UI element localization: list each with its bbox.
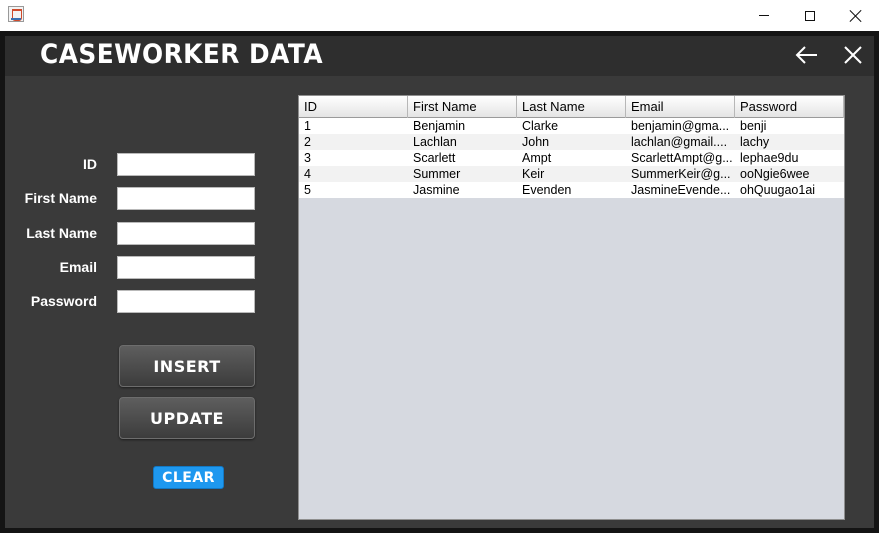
minimize-button[interactable] [741, 0, 787, 31]
caseworker-table[interactable]: ID First Name Last Name Email Password 1… [298, 95, 845, 520]
email-field[interactable] [117, 256, 255, 279]
cell-id: 1 [304, 119, 311, 133]
column-header-first-name[interactable]: First Name [408, 96, 517, 118]
update-button[interactable]: UPDATE [119, 397, 255, 439]
column-header-last-name[interactable]: Last Name [517, 96, 626, 118]
minimize-icon [759, 15, 769, 16]
column-header-password[interactable]: Password [735, 96, 844, 118]
table-row[interactable]: 5 Jasmine Evenden JasmineEvende... ohQuu… [299, 182, 844, 198]
cell-first-name: Scarlett [413, 151, 456, 165]
email-label: Email [59, 259, 97, 275]
cell-last-name: John [522, 135, 550, 149]
table-row[interactable]: 3 Scarlett Ampt ScarlettAmpt@g... lephae… [299, 150, 844, 166]
app-header: CASEWORKER DATA [5, 36, 874, 76]
cell-last-name: Ampt [522, 151, 552, 165]
cell-first-name: Benjamin [413, 119, 466, 133]
cell-email: lachlan@gmail.... [631, 135, 728, 149]
cell-email: ScarlettAmpt@g... [631, 151, 733, 165]
cell-last-name: Evenden [522, 183, 572, 197]
arrow-left-icon [795, 46, 817, 64]
cell-id: 4 [304, 167, 311, 181]
close-icon [844, 46, 862, 64]
table-row[interactable]: 2 Lachlan John lachlan@gmail.... lachy [299, 134, 844, 150]
app-close-button[interactable] [842, 44, 864, 66]
cell-email: SummerKeir@g... [631, 167, 731, 181]
cell-id: 2 [304, 135, 311, 149]
cell-first-name: Lachlan [413, 135, 457, 149]
close-icon [850, 10, 862, 22]
cell-password: lephae9du [740, 151, 799, 165]
app-content: CASEWORKER DATA ID First Name Last Name … [5, 36, 874, 528]
cell-last-name: Clarke [522, 119, 559, 133]
column-header-email[interactable]: Email [626, 96, 735, 118]
id-field[interactable] [117, 153, 255, 176]
cell-password: lachy [740, 135, 770, 149]
cell-password: benji [740, 119, 767, 133]
window-titlebar [0, 0, 879, 31]
maximize-button[interactable] [787, 0, 833, 31]
last-name-label: Last Name [26, 225, 97, 241]
password-field[interactable] [117, 290, 255, 313]
first-name-field[interactable] [117, 187, 255, 210]
last-name-field[interactable] [117, 222, 255, 245]
cell-email: benjamin@gma... [631, 119, 730, 133]
cell-first-name: Jasmine [413, 183, 460, 197]
table-header: ID First Name Last Name Email Password [299, 96, 844, 118]
password-label: Password [30, 293, 97, 309]
table-row[interactable]: 4 Summer Keir SummerKeir@g... ooNgie6wee [299, 166, 844, 182]
first-name-label: First Name [24, 190, 97, 206]
back-button[interactable] [795, 44, 819, 66]
app-frame: CASEWORKER DATA ID First Name Last Name … [0, 31, 879, 533]
cell-id: 3 [304, 151, 311, 165]
cell-first-name: Summer [413, 167, 461, 181]
column-header-id[interactable]: ID [299, 96, 408, 118]
window-close-button[interactable] [833, 0, 879, 31]
cell-password: ooNgie6wee [740, 167, 810, 181]
table-row[interactable]: 1 Benjamin Clarke benjamin@gma... benji [299, 118, 844, 134]
cell-password: ohQuugao1ai [740, 183, 816, 197]
java-cup-icon [8, 6, 24, 22]
cell-email: JasmineEvende... [631, 183, 731, 197]
cell-id: 5 [304, 183, 311, 197]
cell-last-name: Keir [522, 167, 545, 181]
id-label: ID [83, 156, 97, 172]
maximize-icon [805, 10, 815, 21]
table-body: 1 Benjamin Clarke benjamin@gma... benji … [299, 118, 844, 198]
page-title: CASEWORKER DATA [40, 39, 324, 70]
insert-button[interactable]: INSERT [119, 345, 255, 387]
clear-button[interactable]: CLEAR [153, 466, 224, 489]
